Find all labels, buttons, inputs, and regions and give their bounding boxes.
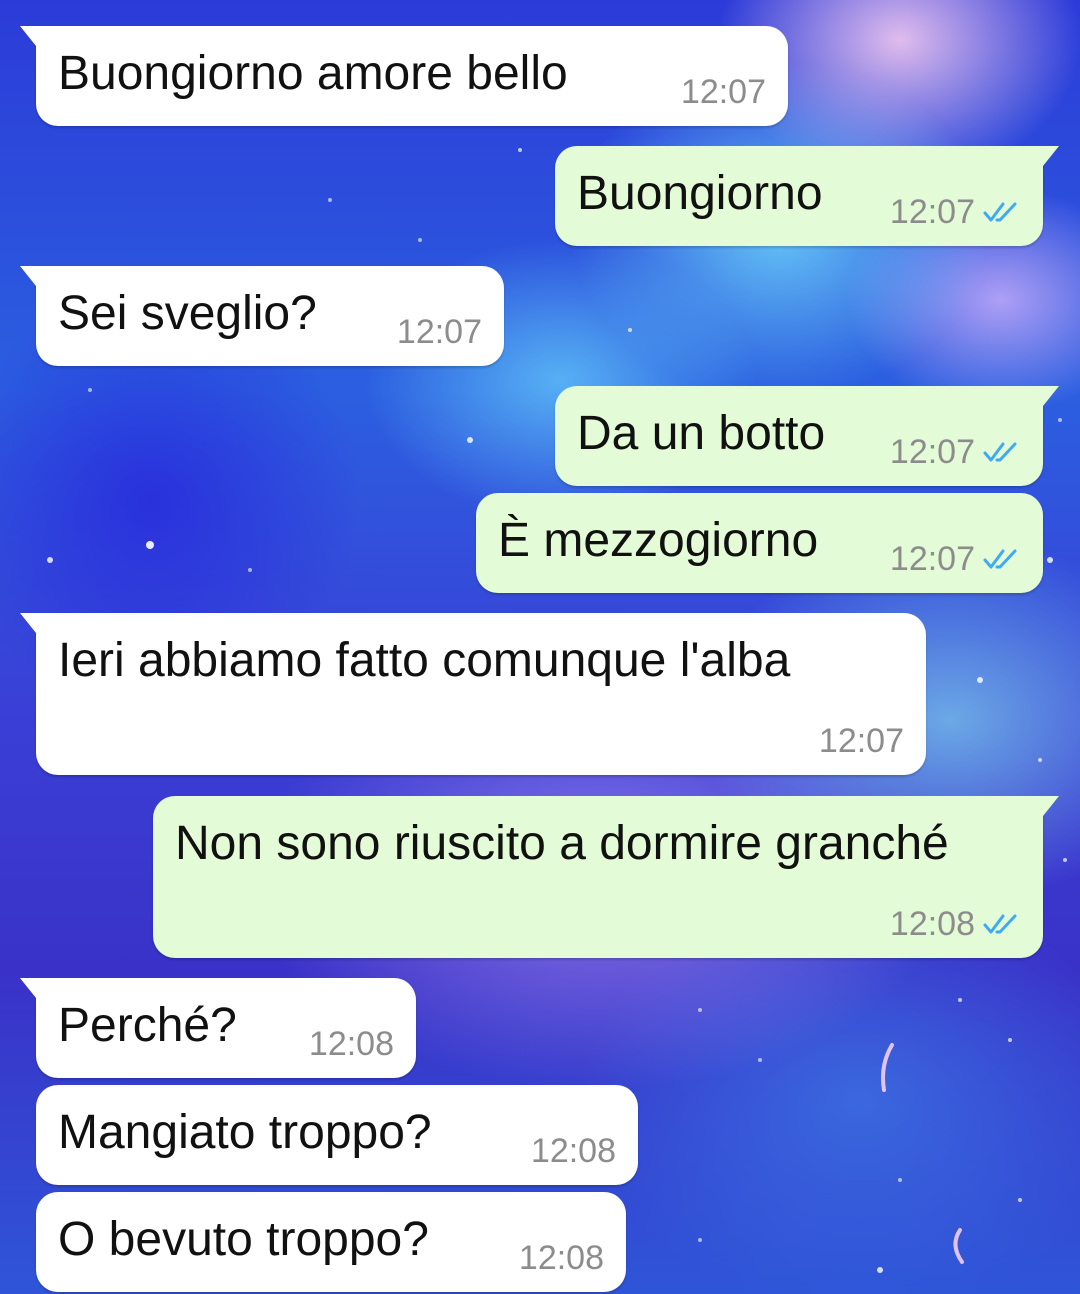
message-meta: 12:08 bbox=[309, 1024, 394, 1064]
incoming-message-bubble[interactable]: O bevuto troppo? 12:08 bbox=[36, 1192, 626, 1292]
incoming-message-bubble[interactable]: Sei sveglio? 12:07 bbox=[20, 266, 504, 366]
message-meta: 12:07 bbox=[681, 72, 766, 112]
message-text: Mangiato troppo? bbox=[58, 1106, 432, 1159]
message-text: Sei sveglio? bbox=[58, 287, 317, 340]
outgoing-message-bubble[interactable]: È mezzogiorno 12:07 bbox=[476, 493, 1043, 593]
message-meta: 12:08 bbox=[519, 1238, 604, 1278]
message-meta: 12:08 bbox=[531, 1131, 616, 1171]
message-timestamp: 12:08 bbox=[518, 1239, 604, 1277]
double-check-read-icon bbox=[983, 912, 1021, 936]
message-timestamp: 12:07 bbox=[889, 193, 975, 231]
message-text: Perché? bbox=[58, 999, 237, 1052]
message-text: Buongiorno bbox=[577, 167, 823, 220]
message-meta: 12:07 bbox=[890, 192, 1021, 232]
message-meta: 12:07 bbox=[890, 432, 1021, 472]
message-timestamp: 12:08 bbox=[308, 1025, 394, 1063]
message-timestamp: 12:07 bbox=[818, 722, 904, 760]
message-text: Da un botto bbox=[577, 407, 826, 460]
message-timestamp: 12:07 bbox=[889, 433, 975, 471]
message-timestamp: 12:07 bbox=[889, 540, 975, 578]
incoming-message-bubble[interactable]: Mangiato troppo? 12:08 bbox=[36, 1085, 638, 1185]
double-check-read-icon bbox=[983, 547, 1021, 571]
message-meta: 12:08 bbox=[890, 904, 1021, 944]
message-text: Non sono riuscito a dormire granché bbox=[175, 817, 949, 870]
double-check-read-icon bbox=[983, 440, 1021, 464]
message-meta: 12:07 bbox=[890, 539, 1021, 579]
chat-thread: Buongiorno amore bello 12:07 Buongiorno 12:… bbox=[0, 0, 1080, 1294]
message-text: O bevuto troppo? bbox=[58, 1213, 429, 1266]
message-timestamp: 12:08 bbox=[889, 905, 975, 943]
message-timestamp: 12:08 bbox=[530, 1132, 616, 1170]
message-timestamp: 12:07 bbox=[396, 313, 482, 351]
message-meta: 12:07 bbox=[819, 721, 904, 761]
message-text: Ieri abbiamo fatto comunque l'alba bbox=[58, 634, 791, 687]
outgoing-message-bubble[interactable]: Buongiorno 12:07 bbox=[555, 146, 1059, 246]
message-text: Buongiorno amore bello bbox=[58, 47, 568, 100]
outgoing-message-bubble[interactable]: Non sono riuscito a dormire granché 12:08 bbox=[153, 796, 1059, 958]
incoming-message-bubble[interactable]: Ieri abbiamo fatto comunque l'alba 12:07 bbox=[20, 613, 926, 775]
incoming-message-bubble[interactable]: Perché? 12:08 bbox=[20, 978, 416, 1078]
message-text: È mezzogiorno bbox=[498, 514, 819, 567]
outgoing-message-bubble[interactable]: Da un botto 12:07 bbox=[555, 386, 1059, 486]
double-check-read-icon bbox=[983, 200, 1021, 224]
message-meta: 12:07 bbox=[397, 312, 482, 352]
message-timestamp: 12:07 bbox=[680, 73, 766, 111]
incoming-message-bubble[interactable]: Buongiorno amore bello 12:07 bbox=[20, 26, 788, 126]
